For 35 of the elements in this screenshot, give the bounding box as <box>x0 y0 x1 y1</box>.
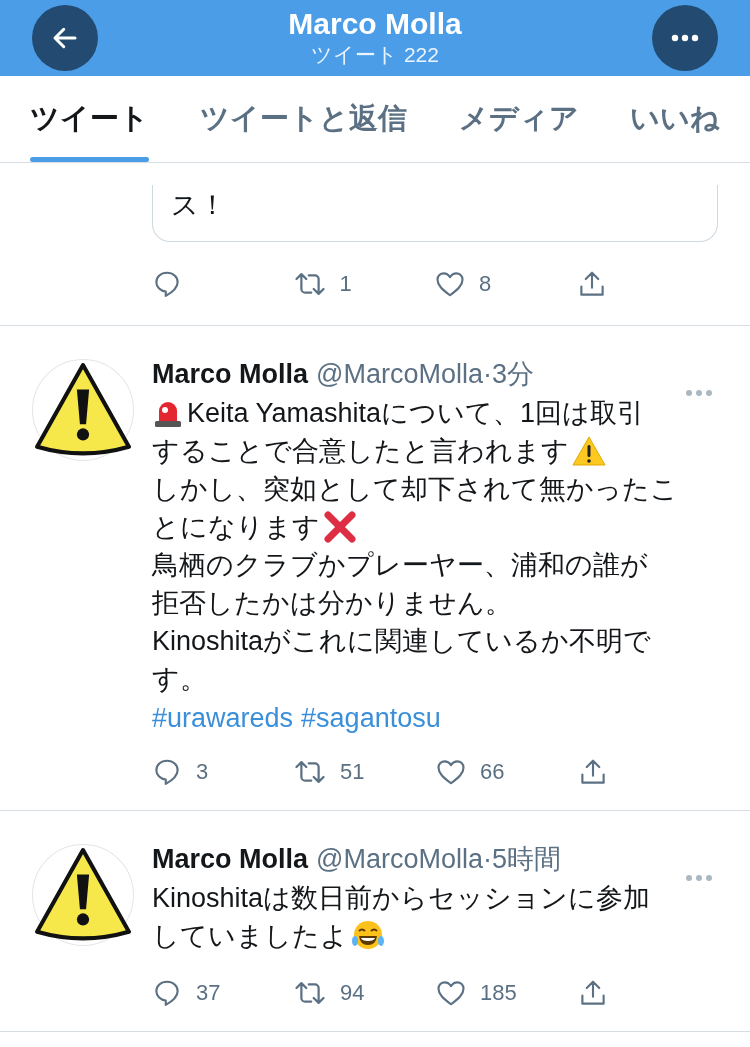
reply-count: 37 <box>196 980 221 1006</box>
tweet-text: していましたよ <box>152 919 348 953</box>
profile-name: Marco Molla <box>288 7 462 41</box>
retweet-count: 1 <box>339 271 352 297</box>
tweet-text: Kinoshitaがこれに関連しているか不明で <box>152 624 652 658</box>
tweet-text: Keita Yamashitaについて、1回は取引 <box>187 396 645 430</box>
retweet-count: 51 <box>340 759 365 785</box>
tweet-text: しかし、突如として却下されて無かったこ <box>152 472 678 506</box>
tweet-count: ツイート 222 <box>311 42 439 68</box>
tweet-text: Kinoshitaは数日前からセッションに参加 <box>152 881 651 915</box>
author-name: Marco Molla <box>152 358 309 391</box>
reply-count: 3 <box>196 759 209 785</box>
retweet-count: 94 <box>340 980 365 1006</box>
tweet-time: 3分 <box>492 358 534 391</box>
like-count: 66 <box>480 759 505 785</box>
tweet-text: 鳥栖のクラブかプレーヤー、浦和の誰が <box>152 548 648 582</box>
tweet-text: す。 <box>152 662 207 696</box>
separator-dot: · <box>483 358 492 391</box>
quoted-card-text[interactable]: ス！ <box>152 185 718 242</box>
tab[interactable]: いいね <box>630 76 720 162</box>
tweet-time: 5時間 <box>492 843 561 876</box>
author-handle: @MarcoMolla <box>316 358 483 391</box>
tweet-text: することで合意したと言われます <box>152 434 569 468</box>
hashtag-link[interactable]: #sagantosu <box>301 698 441 738</box>
hashtag-link[interactable]: #urawareds <box>152 698 294 738</box>
author-name: Marco Molla <box>152 843 309 876</box>
like-count: 185 <box>480 980 517 1006</box>
separator-dot: · <box>483 843 492 876</box>
like-count: 8 <box>479 271 492 297</box>
tab[interactable]: ツイートと返信 <box>200 76 408 162</box>
tweet-text: 拒否したかは分かりません。 <box>152 586 512 620</box>
tab[interactable]: メディア <box>458 76 579 162</box>
author-handle: @MarcoMolla <box>316 843 483 876</box>
tweet-text: とになります <box>152 510 320 544</box>
tab[interactable]: ツイート <box>30 76 149 162</box>
